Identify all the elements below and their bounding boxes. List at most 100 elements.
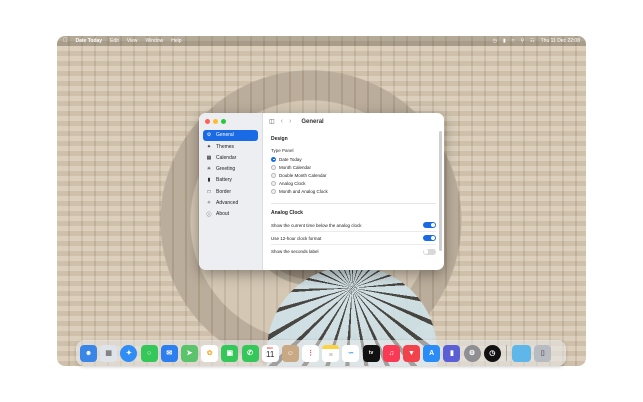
gear-icon: ⚙ — [206, 132, 212, 139]
sidebar-item-label: About — [216, 211, 230, 218]
sidebar-item-label: Calendar — [216, 154, 237, 161]
menu-window[interactable]: Window — [145, 38, 163, 44]
radio-button[interactable] — [271, 156, 276, 162]
appletv-label: tv — [368, 350, 374, 356]
general-panel: Design Type Panel Date Today Month Calen… — [263, 130, 444, 258]
setting-label: Show the seconds label — [271, 249, 319, 254]
type-option-date-today[interactable]: Date Today — [271, 155, 436, 163]
settings-window: ⚙ General ✦ Themes ▦ Calendar ☀ Greeting… — [199, 113, 444, 270]
close-button[interactable] — [205, 119, 210, 124]
radio-button[interactable] — [271, 180, 276, 186]
sidebar-item-themes[interactable]: ✦ Themes — [203, 141, 258, 152]
photos-icon[interactable]: ✿ — [201, 344, 219, 362]
reminders-icon[interactable]: ⋮ — [302, 344, 320, 362]
safari-icon[interactable]: ✦ — [120, 344, 138, 362]
menu-help[interactable]: Help — [171, 38, 181, 44]
mail-icon[interactable]: ✉ — [160, 344, 178, 362]
battery-icon: ▮ — [207, 177, 211, 184]
menu-view[interactable]: View — [127, 38, 138, 44]
search-status-icon[interactable]: ⚲ — [520, 38, 524, 44]
scrollbar[interactable] — [439, 131, 442, 251]
toggle-switch[interactable] — [423, 222, 436, 228]
menu-clock[interactable]: Thu 11 Dec 22:08 — [541, 38, 580, 44]
type-option-label: Date Today — [279, 156, 302, 162]
calendar-app-icon[interactable]: DEC 11 — [261, 344, 279, 362]
wifi-status-icon[interactable]: ≈ — [512, 38, 515, 44]
back-icon[interactable]: ‹ — [281, 118, 283, 125]
radio-button[interactable] — [271, 188, 276, 194]
control-center-icon[interactable]: ☷ — [530, 38, 534, 44]
sidebar-item-border[interactable]: □ Border — [203, 186, 258, 197]
advanced-icon: ✧ — [206, 200, 212, 207]
phone-icon[interactable]: ✆ — [241, 344, 259, 362]
type-option-month-and-analog[interactable]: Month and Analog Clock — [271, 187, 436, 195]
appstore-icon[interactable]: A — [423, 344, 441, 362]
type-option-month-calendar[interactable]: Month Calendar — [271, 163, 436, 171]
window-controls — [205, 119, 258, 124]
settings-icon[interactable]: ⚙ — [463, 344, 481, 362]
calendar-day: 11 — [266, 350, 275, 359]
type-option-label: Double Month Calendar — [279, 172, 327, 178]
toolbar: ◫ ‹ › General — [263, 113, 444, 130]
finder-icon[interactable]: ☻ — [80, 344, 97, 362]
apple-menu-icon[interactable]:  — [63, 38, 68, 44]
sidebar-item-label: Themes — [216, 143, 235, 150]
toggle-switch[interactable] — [423, 235, 436, 241]
sidebar-item-about[interactable]: ⓘ About — [203, 209, 258, 220]
menu-bar:  Date Today Edit View Window Help ◷ ▮ ≈… — [57, 36, 586, 46]
clock-app-icon[interactable]: ◷ — [483, 344, 501, 362]
sidebar-item-battery[interactable]: ▮ Battery — [203, 175, 258, 186]
type-panel-label: Type Panel — [271, 148, 294, 153]
setting-show-current-time: Show the current time below the analog c… — [271, 219, 436, 232]
music-icon[interactable]: ♫ — [382, 344, 400, 362]
trash-icon[interactable]: ▯ — [534, 344, 552, 362]
sidebar-item-greeting[interactable]: ☀ Greeting — [203, 164, 258, 175]
dictionary-icon[interactable]: ▮ — [443, 344, 461, 362]
folder-icon[interactable] — [512, 344, 532, 362]
radio-button[interactable] — [271, 164, 276, 170]
border-icon: □ — [207, 188, 211, 195]
forward-icon[interactable]: › — [289, 118, 291, 125]
palette-icon: ✦ — [206, 143, 212, 150]
sidebar-item-calendar[interactable]: ▦ Calendar — [203, 153, 258, 164]
info-icon: ⓘ — [206, 211, 212, 218]
dock-separator — [505, 345, 507, 361]
clock-status-icon[interactable]: ◷ — [493, 38, 497, 44]
analog-clock-section-title: Analog Clock — [271, 210, 303, 216]
freeform-icon[interactable]: ∽ — [342, 344, 360, 362]
maps-icon[interactable]: ➤ — [180, 344, 198, 362]
dock: ☻ ▦ ✦ ○ ✉ ➤ ✿ ▣ ✆ DEC 11 ☺ ⋮ ≡ ∽ tv ♫ ▼ … — [76, 340, 566, 366]
contacts-icon[interactable]: ☺ — [281, 344, 299, 362]
toggle-switch[interactable] — [423, 248, 436, 255]
content-area: ◫ ‹ › General Design Type Panel Date Tod… — [263, 113, 444, 270]
appletv-icon[interactable]: tv — [362, 344, 380, 362]
setting-12-hour-format: Use 12-hour clock format — [271, 232, 436, 245]
menu-edit[interactable]: Edit — [110, 38, 119, 44]
news-icon[interactable]: ▼ — [403, 344, 420, 362]
sidebar-item-label: Advanced — [216, 200, 239, 207]
sidebar: ⚙ General ✦ Themes ▦ Calendar ☀ Greeting… — [199, 113, 263, 270]
radio-button[interactable] — [271, 172, 276, 178]
messages-icon[interactable]: ○ — [140, 344, 158, 362]
calendar-icon: ▦ — [206, 154, 212, 161]
notes-icon[interactable]: ≡ — [322, 344, 340, 362]
setting-label: Use 12-hour clock format — [271, 235, 322, 241]
zoom-button[interactable] — [221, 119, 226, 124]
type-option-double-month[interactable]: Double Month Calendar — [271, 171, 436, 179]
status-icons: ◷ ▮ ≈ ⚲ ☷ Thu 11 Dec 22:08 — [493, 38, 580, 44]
sidebar-item-general[interactable]: ⚙ General — [203, 130, 258, 141]
sidebar-item-advanced[interactable]: ✧ Advanced — [203, 198, 258, 209]
menu-app-name[interactable]: Date Today — [76, 38, 103, 44]
sidebar-item-label: Battery — [216, 177, 232, 184]
type-option-label: Month and Analog Clock — [279, 188, 328, 194]
window-title: General — [301, 118, 324, 125]
facetime-icon[interactable]: ▣ — [221, 344, 239, 362]
minimize-button[interactable] — [213, 119, 218, 124]
sidebar-toggle-icon[interactable]: ◫ — [269, 118, 275, 125]
type-option-label: Analog Clock — [279, 180, 306, 186]
launchpad-icon[interactable]: ▦ — [100, 344, 118, 362]
battery-status-icon[interactable]: ▮ — [503, 38, 506, 44]
design-section-title: Design — [271, 136, 288, 142]
type-option-analog-clock[interactable]: Analog Clock — [271, 179, 436, 187]
setting-label: Show the current time below the analog c… — [271, 222, 362, 228]
